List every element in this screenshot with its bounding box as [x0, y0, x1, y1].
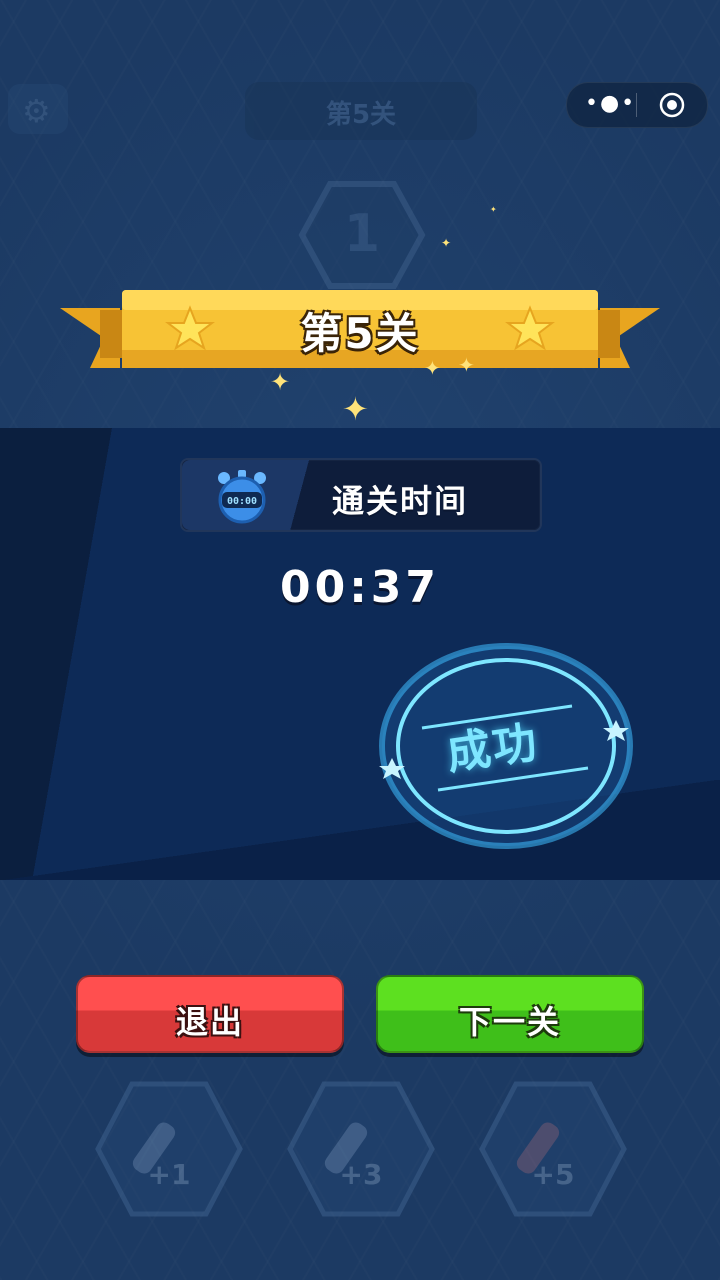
success-stamp: 成功: [376, 640, 636, 852]
next-level-button[interactable]: 下一关: [376, 975, 644, 1053]
settings-button-bg: ⚙: [8, 84, 68, 134]
success-stamp-text: 成功: [443, 716, 542, 781]
clear-time-value: 00:37: [279, 562, 441, 613]
capsule-divider: [636, 93, 637, 117]
miniprogram-capsule: •●•: [566, 82, 708, 128]
banner-title: 第5关: [300, 309, 420, 358]
sparkle-icon: ✦: [424, 356, 441, 380]
exit-button[interactable]: 退出: [76, 975, 344, 1053]
powerup-slot: +5: [478, 1080, 628, 1218]
sparkle-icon: ✦: [490, 205, 497, 214]
stopwatch-display: 00:00: [227, 496, 257, 507]
target-icon[interactable]: [659, 92, 685, 118]
powerup-slot: +3: [286, 1080, 436, 1218]
sparkle-icon: ✦: [342, 390, 369, 428]
powerup-count: +5: [531, 1158, 575, 1191]
level-title-dim: 第5关: [325, 100, 397, 130]
sparkle-icon: ✦: [458, 353, 475, 377]
sparkle-icon: ✦: [270, 368, 291, 396]
clear-time-label-box: 00:00 通关时间: [180, 458, 542, 532]
clear-time-label: 通关时间: [332, 482, 469, 520]
level-hex-bg: 1: [298, 180, 426, 290]
sparkle-icon: ✦: [441, 236, 452, 250]
powerup-slot: +1: [94, 1080, 244, 1218]
level-pill-bg: 第5关: [245, 82, 477, 140]
powerup-count: +1: [147, 1158, 191, 1191]
stopwatch-icon: 00:00: [218, 470, 266, 524]
more-dots-icon[interactable]: •●•: [585, 91, 636, 116]
level-number: 1: [343, 204, 381, 264]
next-level-button-label: 下一关: [458, 1003, 561, 1041]
exit-button-label: 退出: [175, 1003, 244, 1041]
powerup-count: +3: [339, 1158, 383, 1191]
gear-icon: ⚙: [22, 92, 51, 130]
